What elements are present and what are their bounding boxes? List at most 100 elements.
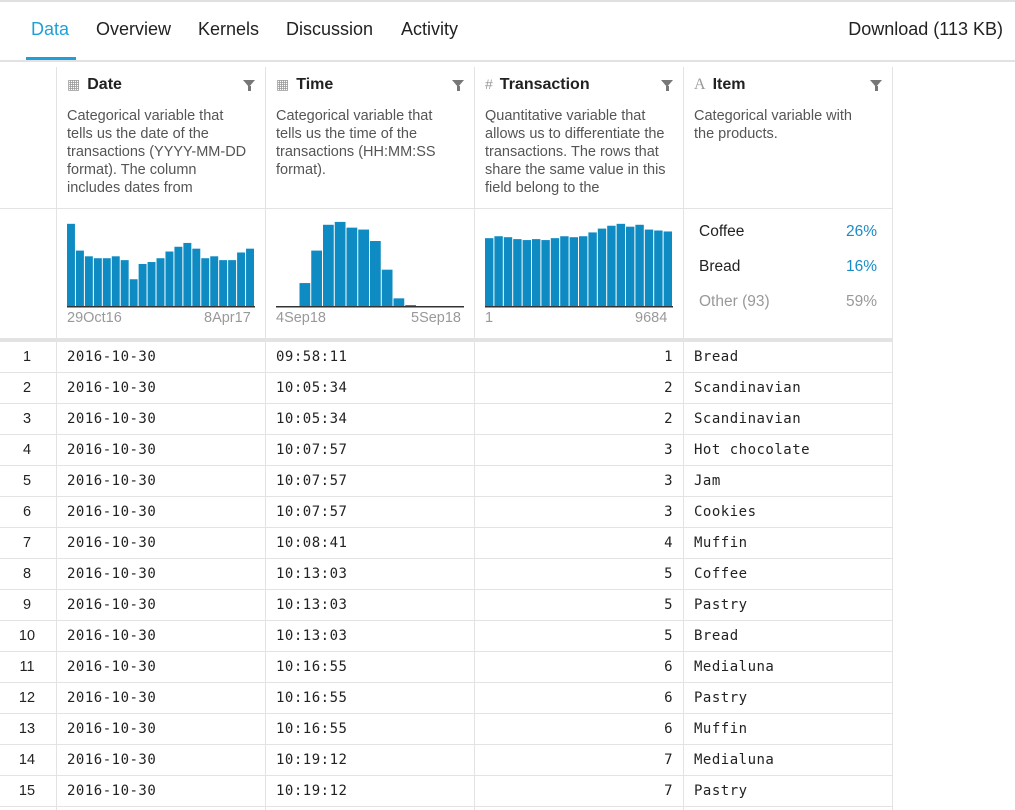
transaction-cell: 5 xyxy=(664,597,673,613)
stat-name: Bread xyxy=(699,258,741,275)
histogram-bar xyxy=(311,250,322,306)
item-cell: Muffin xyxy=(694,535,748,551)
row-index: 8 xyxy=(22,566,32,582)
column-description: Categorical variable with the products. xyxy=(694,108,852,142)
date-cell: 2016-10-30 xyxy=(67,473,157,489)
table-row[interactable]: 14 2016-10-30 10:19:12 7 Medialuna xyxy=(0,745,893,776)
table-row[interactable]: 3 2016-10-30 10:05:34 2 Scandinavian xyxy=(0,404,893,435)
filter-icon[interactable] xyxy=(243,80,255,91)
table-row[interactable]: 4 2016-10-30 10:07:57 3 Hot chocolate xyxy=(0,435,893,466)
time-cell: 09:58:11 xyxy=(276,349,348,365)
filter-icon[interactable] xyxy=(870,80,882,91)
histogram-baseline xyxy=(276,306,464,308)
table-row[interactable]: 7 2016-10-30 10:08:41 4 Muffin xyxy=(0,528,893,559)
histogram-axis-min: 4Sep18 xyxy=(276,310,326,326)
table-row[interactable]: 1 2016-10-30 09:58:11 1 Bread xyxy=(0,342,893,373)
table-row[interactable]: 6 2016-10-30 10:07:57 3 Cookies xyxy=(0,497,893,528)
histogram-bar xyxy=(569,237,578,306)
column-description: Categorical variable that tells us the t… xyxy=(276,108,436,178)
row-index: 14 xyxy=(18,752,36,768)
column-header-item[interactable]: A Item xyxy=(694,76,745,94)
histogram-bar xyxy=(532,239,541,306)
histogram-bar xyxy=(147,262,156,306)
column-header-transaction[interactable]: # Transaction xyxy=(485,76,590,94)
table-row[interactable]: 5 2016-10-30 10:07:57 3 Jam xyxy=(0,466,893,497)
histogram-bar xyxy=(84,256,93,306)
histogram-bar xyxy=(513,239,522,306)
transaction-cell: 7 xyxy=(664,752,673,768)
column-header-time[interactable]: ▦ Time xyxy=(276,76,333,94)
text-type-icon: A xyxy=(694,76,706,93)
histogram-bar xyxy=(494,236,503,306)
download-button[interactable]: Download (113 KB) xyxy=(848,19,1003,40)
transaction-cell: 3 xyxy=(664,442,673,458)
histogram-bar xyxy=(607,225,616,306)
date-cell: 2016-10-30 xyxy=(67,628,157,644)
table-row[interactable]: 8 2016-10-30 10:13:03 5 Coffee xyxy=(0,559,893,590)
histogram-bar xyxy=(237,252,246,306)
stat-percent: 26% xyxy=(845,223,877,240)
item-cell: Medialuna xyxy=(694,659,775,675)
histogram-bar xyxy=(663,231,672,306)
histogram-baseline xyxy=(67,306,255,308)
histogram-bar xyxy=(165,251,174,306)
table-row[interactable]: 11 2016-10-30 10:16:55 6 Medialuna xyxy=(0,652,893,683)
row-index: 7 xyxy=(22,535,32,551)
column-name: Time xyxy=(296,76,334,93)
histogram-bar xyxy=(174,246,183,306)
tab-overview[interactable]: Overview xyxy=(96,19,171,40)
tab-kernels[interactable]: Kernels xyxy=(198,19,259,40)
histogram-bar xyxy=(626,226,635,306)
date-cell: 2016-10-30 xyxy=(67,783,157,799)
histogram-bar xyxy=(550,238,560,306)
histogram-bar xyxy=(334,221,346,306)
tab-activity[interactable]: Activity xyxy=(401,19,458,40)
histogram-axis-max: 8Apr17 xyxy=(204,310,251,326)
item-cell: Jam xyxy=(694,473,721,489)
row-index: 12 xyxy=(18,690,36,706)
tab-discussion[interactable]: Discussion xyxy=(286,19,373,40)
transaction-histogram xyxy=(485,223,673,308)
table-row[interactable]: 13 2016-10-30 10:16:55 6 Muffin xyxy=(0,714,893,745)
time-cell: 10:13:03 xyxy=(276,566,348,582)
histogram-bar xyxy=(522,240,531,306)
histogram-bar xyxy=(228,260,237,306)
table-row[interactable]: 12 2016-10-30 10:16:55 6 Pastry xyxy=(0,683,893,714)
time-histogram xyxy=(276,221,464,308)
transaction-cell: 1 xyxy=(664,349,673,365)
histogram-bar xyxy=(192,248,201,306)
row-index: 11 xyxy=(19,659,35,675)
filter-icon[interactable] xyxy=(452,80,464,91)
item-cell: Coffee xyxy=(694,566,748,582)
histogram-bar xyxy=(635,224,644,306)
filter-icon[interactable] xyxy=(661,80,673,91)
histogram-bar xyxy=(616,223,625,306)
table-row[interactable]: 15 2016-10-30 10:19:12 7 Pastry xyxy=(0,776,893,807)
row-index: 3 xyxy=(22,411,32,427)
time-cell: 10:13:03 xyxy=(276,597,348,613)
time-cell: 10:07:57 xyxy=(276,442,348,458)
item-cell: Cookies xyxy=(694,504,757,520)
item-cell: Pastry xyxy=(694,690,748,706)
date-cell: 2016-10-30 xyxy=(67,752,157,768)
table-row[interactable]: 2 2016-10-30 10:05:34 2 Scandinavian xyxy=(0,373,893,404)
row-index: 15 xyxy=(18,783,36,799)
transaction-cell: 2 xyxy=(664,380,673,396)
item-cell: Bread xyxy=(694,628,739,644)
histogram-bar xyxy=(111,256,120,306)
histogram-bar xyxy=(654,230,663,306)
column-header-date[interactable]: ▦ Date xyxy=(67,76,122,94)
date-cell: 2016-10-30 xyxy=(67,597,157,613)
transaction-cell: 3 xyxy=(664,473,673,489)
tab-data[interactable]: Data xyxy=(31,19,69,40)
date-cell: 2016-10-30 xyxy=(67,380,157,396)
histogram-bar xyxy=(183,242,192,306)
table-row[interactable]: 9 2016-10-30 10:13:03 5 Pastry xyxy=(0,590,893,621)
histogram-bar xyxy=(129,279,138,306)
histogram-bar xyxy=(75,250,84,306)
row-index: 6 xyxy=(22,504,32,520)
table-row[interactable]: 10 2016-10-30 10:13:03 5 Bread xyxy=(0,621,893,652)
row-index: 1 xyxy=(22,349,32,365)
histogram-bar xyxy=(579,236,588,306)
transaction-cell: 3 xyxy=(664,504,673,520)
